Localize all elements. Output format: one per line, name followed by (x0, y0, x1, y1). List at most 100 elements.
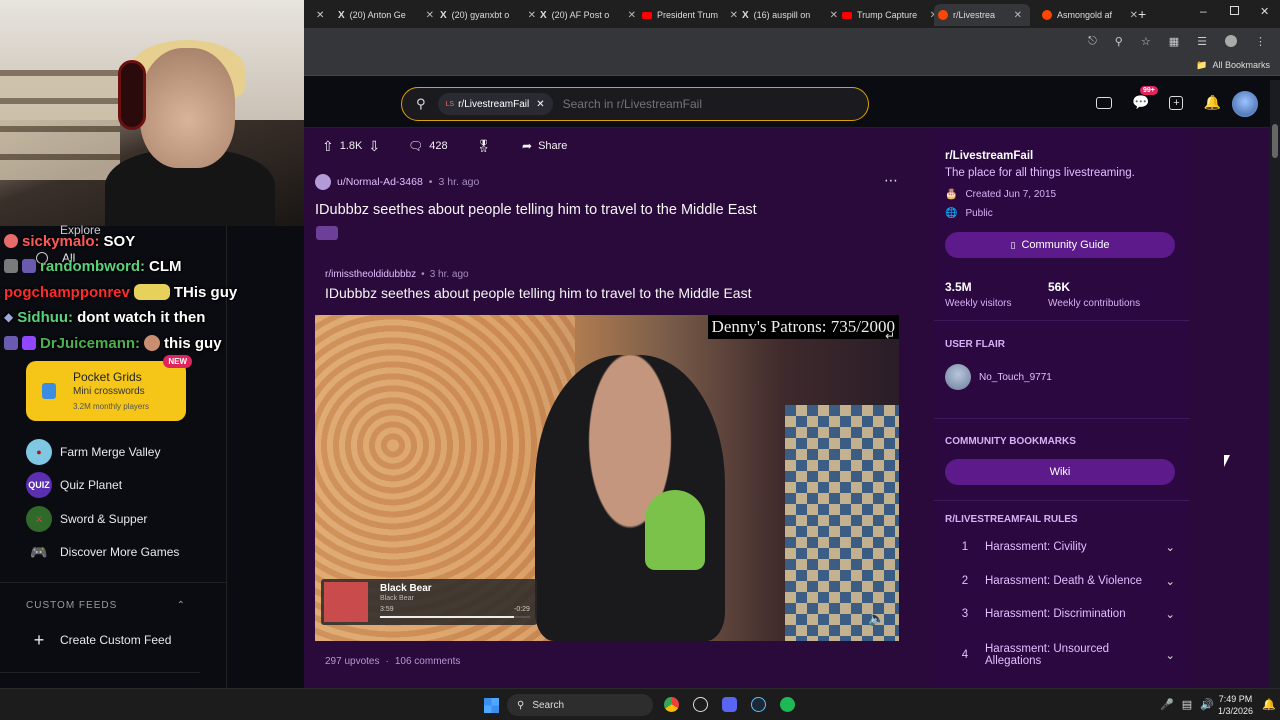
emote-icon (144, 335, 161, 351)
browser-tab[interactable]: Asmongold af ✕ (1038, 4, 1138, 26)
notifications-icon[interactable]: 🔔 (1262, 698, 1276, 711)
rule-item[interactable]: 3 Harassment: Discrimination ⌄ (945, 605, 1175, 623)
author-avatar[interactable] (315, 174, 331, 190)
plus-icon: + (33, 629, 45, 650)
create-custom-feed-button[interactable]: + Create Custom Feed (26, 626, 172, 654)
community-guide-button[interactable]: ▯ Community Guide (945, 232, 1175, 258)
webcam-overlay (0, 0, 304, 226)
x-logo-icon: X (540, 9, 547, 21)
sidebar-item-discover-more-games[interactable]: 🎮 Discover More Games (26, 538, 179, 566)
mouse-cursor-icon (1224, 455, 1230, 467)
chat-icon[interactable]: 💬 99+ (1132, 86, 1158, 111)
install-icon[interactable]: ⎋ (1088, 35, 1097, 48)
sidebar-item-farm-merge-valley[interactable]: ● Farm Merge Valley (26, 438, 160, 466)
crosspost-title[interactable]: IDubbbz seethes about people telling him… (325, 285, 751, 301)
stat-weekly-contributions: 56K Weekly contributions (1048, 280, 1141, 309)
browser-tab[interactable]: X (16) auspill on ✕ (738, 4, 838, 26)
sidebar-item-quiz-planet[interactable]: QUIZ Quiz Planet (26, 471, 122, 499)
wiki-button[interactable]: Wiki (945, 459, 1175, 485)
browser-tab[interactable]: Trump Capture ✕ (838, 4, 938, 26)
taskbar-search[interactable]: ⚲ Search (507, 694, 653, 716)
community-description: The place for all things livestreaming. (945, 167, 1135, 179)
bell-icon[interactable]: 🔔 (1203, 94, 1220, 111)
scrollbar-thumb[interactable] (1272, 124, 1278, 158)
rule-item[interactable]: 4 Harassment: Unsourced Allegations ⌄ (945, 638, 1175, 672)
chat-message: randombword: CLM (4, 255, 182, 277)
promo-card-pocket-grids[interactable]: NEW Pocket Grids Mini crosswords 3.2M mo… (26, 355, 192, 421)
tab-close-icon[interactable]: ✕ (830, 10, 838, 21)
minimize-icon[interactable]: – (1200, 4, 1207, 18)
chip-close-icon[interactable]: ✕ (536, 99, 544, 110)
taskbar-clock[interactable]: 7:49 PM 1/3/2026 (1218, 693, 1253, 717)
zoom-icon[interactable]: ⚲ (1115, 35, 1123, 48)
maximize-icon[interactable] (1230, 6, 1239, 15)
post-author[interactable]: u/Normal-Ad-3468 (337, 176, 423, 188)
speaker-icon[interactable]: 🔊 (1200, 698, 1214, 711)
reddit-icon (938, 10, 948, 20)
comments-button[interactable]: 🗨 428 (408, 134, 448, 158)
community-name[interactable]: r/LivestreamFail (945, 150, 1033, 162)
windows-start-icon[interactable] (484, 698, 499, 713)
video-overlay-text: Denny's Patrons: 735/2000 (707, 315, 899, 339)
browser-tab[interactable]: X (20) Anton Ge ✕ (334, 4, 434, 26)
tab-close-icon-standalone[interactable]: ✕ (312, 4, 324, 26)
tile-wall (785, 405, 899, 641)
create-post-icon[interactable]: + (1169, 95, 1184, 110)
reddit-header: ⚲ LS r/LivestreamFail ✕ 💬 99+ + 🔔 (304, 80, 1270, 128)
song-progress-track (380, 616, 530, 618)
video-back-icon[interactable]: ↵ (885, 329, 895, 343)
menu-icon[interactable]: ⋮ (1255, 35, 1266, 48)
downvote-icon[interactable]: ⇩ (368, 138, 380, 155)
rule-item[interactable]: 2 Harassment: Death & Violence ⌄ (945, 572, 1175, 590)
page-scrollbar[interactable] (1270, 80, 1280, 688)
chrome-icon[interactable] (664, 697, 679, 712)
ads-icon[interactable] (1096, 96, 1112, 109)
spotify-icon[interactable] (780, 697, 795, 712)
chat-badge-icon (4, 234, 18, 248)
obs-icon[interactable] (693, 697, 708, 712)
tab-close-icon[interactable]: ✕ (528, 10, 536, 21)
search-input[interactable] (562, 97, 843, 111)
youtube-icon (842, 11, 852, 19)
subreddit-search-chip[interactable]: LS r/LivestreamFail ✕ (437, 93, 553, 115)
profile-icon[interactable] (1225, 35, 1237, 47)
tab-close-icon[interactable]: ✕ (730, 10, 738, 21)
share-button[interactable]: ➦ Share (522, 134, 567, 158)
window-close-icon[interactable]: ✕ (1260, 5, 1269, 18)
network-icon[interactable]: ▤ (1182, 698, 1192, 711)
user-flair-row[interactable]: No_Touch_9771 (945, 364, 1052, 390)
folder-icon: 📁 (1196, 60, 1208, 70)
new-tab-icon[interactable]: + (1138, 6, 1146, 22)
media-icon[interactable]: ☰ (1197, 35, 1207, 48)
tab-close-icon[interactable]: ✕ (1014, 10, 1022, 21)
volume-icon[interactable]: 🔈 (868, 610, 885, 627)
browser-tab-active[interactable]: r/Livestrea ✕ (934, 4, 1030, 26)
browser-tab[interactable]: X (20) AF Post o ✕ (536, 4, 636, 26)
post-overflow-icon[interactable]: ⋯ (884, 172, 898, 189)
sidebar-item-sword-and-supper[interactable]: ⚔ Sword & Supper (26, 505, 147, 533)
tab-close-icon[interactable]: ✕ (1130, 10, 1138, 21)
star-icon[interactable]: ☆ (1141, 35, 1151, 48)
crosspost-subreddit[interactable]: r/imisstheoldidubbbz (325, 269, 416, 280)
rule-item[interactable]: 1 Harassment: Civility ⌄ (945, 538, 1175, 556)
rules-heading: R/LIVESTREAMFAIL RULES (945, 514, 1078, 525)
page-gutter (1190, 128, 1270, 688)
user-avatar[interactable] (1232, 91, 1258, 117)
discord-icon[interactable] (722, 697, 737, 712)
crosspost-header: r/imisstheoldidubbbz • 3 hr. ago (325, 269, 469, 280)
video-player[interactable]: Denny's Patrons: 735/2000 ↵ Black Bear B… (315, 315, 899, 641)
mic-icon[interactable]: 🎤 (1160, 698, 1174, 711)
steam-icon[interactable] (751, 697, 766, 712)
award-button[interactable]: 🎖 (476, 134, 491, 158)
browser-tab[interactable]: President Trum ✕ (638, 4, 738, 26)
search-bar[interactable]: ⚲ LS r/LivestreamFail ✕ (401, 87, 869, 121)
browser-tab[interactable]: X (20) gyanxbt o ✕ (436, 4, 536, 26)
upvote-icon[interactable]: ⇧ (322, 138, 334, 155)
windows-taskbar: ⚲ Search 🎤 ▤ 🔊 7:49 PM 1/3/2026 🔔 (0, 688, 1280, 720)
extensions-icon[interactable]: ▦ (1169, 35, 1179, 48)
all-bookmarks-button[interactable]: 📁 All Bookmarks (1196, 60, 1270, 71)
tab-close-icon[interactable]: ✕ (628, 10, 636, 21)
user-flair-heading: USER FLAIR (945, 339, 1005, 350)
custom-feeds-heading[interactable]: CUSTOM FEEDS ⌃ (26, 600, 186, 611)
tab-close-icon[interactable]: ✕ (426, 10, 434, 21)
